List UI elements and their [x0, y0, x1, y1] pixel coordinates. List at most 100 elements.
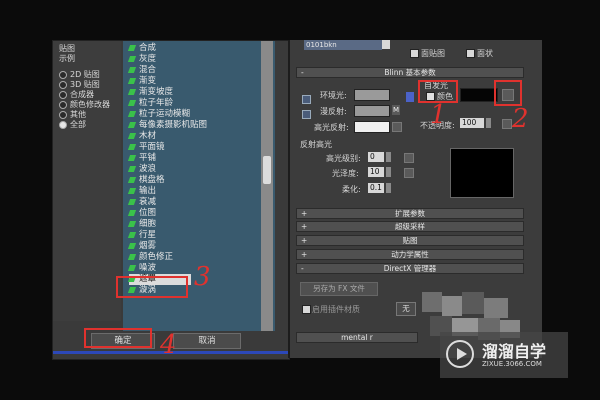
rollout-title: Blinn 基本参数: [384, 68, 436, 77]
blinn-basic-rollout[interactable]: - Blinn 基本参数: [296, 67, 524, 78]
material-picker-button[interactable]: [382, 40, 390, 49]
ambient-color-swatch[interactable]: [354, 89, 390, 101]
list-item[interactable]: 棋盘格: [127, 175, 165, 186]
diffuse-label: 漫反射:: [320, 107, 347, 116]
self-illum-color-swatch[interactable]: [460, 88, 498, 102]
radio-icon: [59, 90, 67, 99]
map-icon: [127, 220, 137, 227]
plugin-material-dropdown[interactable]: 无: [396, 302, 416, 316]
list-item[interactable]: 灰度: [127, 54, 156, 65]
list-item[interactable]: 烟雾: [127, 241, 156, 252]
map-icon: [127, 99, 137, 106]
extended-params-rollout[interactable]: + 扩展参数: [296, 208, 524, 219]
list-item[interactable]: 平面镜: [127, 142, 165, 153]
list-item[interactable]: 行星: [127, 230, 156, 241]
dynamics-rollout[interactable]: + 动力学属性: [296, 249, 524, 260]
annotation-number-1: 1: [430, 100, 447, 130]
soften-arrows[interactable]: [386, 183, 391, 193]
list-item[interactable]: 混合: [127, 65, 156, 76]
rollout-title: DirectX 管理器: [383, 264, 437, 273]
list-item[interactable]: 粒子运动模糊: [127, 109, 190, 120]
annotation-number-4: 4: [160, 330, 177, 360]
specular-level-label: 高光级别:: [326, 154, 361, 163]
list-item[interactable]: 渐变坡度: [127, 87, 173, 98]
material-name-field[interactable]: 0101bkn: [304, 40, 382, 50]
watermark-url: ZIXUE.3066.COM: [482, 360, 542, 368]
pixelated-blur: [422, 292, 442, 312]
map-category-panel: 贴图 示例 2D 贴图 3D 贴图 合成器 颜色修改器 其他 全部: [53, 41, 121, 321]
map-icon: [127, 44, 137, 51]
annotation-number-2: 2: [512, 104, 529, 134]
list-item[interactable]: 合成: [127, 43, 156, 54]
specular-level-arrows[interactable]: [386, 152, 391, 162]
material-map-browser: 贴图 示例 2D 贴图 3D 贴图 合成器 颜色修改器 其他 全部 合成 灰度 …: [52, 40, 290, 360]
cancel-button[interactable]: 取消: [173, 333, 241, 349]
rollout-title: 扩展参数: [395, 209, 425, 218]
diffuse-map-button[interactable]: M: [392, 105, 400, 115]
specular-level-map-button[interactable]: [404, 153, 414, 163]
ambient-label: 环境光:: [320, 91, 347, 100]
list-item[interactable]: 输出: [127, 186, 156, 197]
map-icon: [127, 165, 137, 172]
faceted-checkbox[interactable]: [466, 49, 475, 58]
face-map-checkbox[interactable]: [410, 49, 419, 58]
opacity-spinner-arrows[interactable]: [486, 118, 491, 128]
map-icon: [127, 77, 137, 84]
lock-icon[interactable]: [302, 95, 311, 104]
specular-color-swatch[interactable]: [354, 121, 390, 133]
annotation-number-3: 3: [194, 262, 211, 292]
soften-spinner[interactable]: 0.1: [368, 183, 384, 193]
specular-highlights-label: 反射高光: [300, 140, 332, 149]
map-icon: [127, 253, 137, 260]
enable-plugin-material-label: 启用插件材质: [312, 305, 360, 314]
directx-manager-rollout[interactable]: - DirectX 管理器: [296, 263, 524, 274]
diffuse-color-swatch[interactable]: [354, 105, 390, 117]
highlight-curve-preview: [450, 148, 514, 198]
scroll-thumb[interactable]: [263, 156, 271, 184]
radio-icon: [59, 70, 67, 79]
glossiness-map-button[interactable]: [404, 168, 414, 178]
lock-toggle-icon[interactable]: [406, 92, 414, 102]
radio-icon: [59, 100, 67, 109]
map-icon: [127, 242, 137, 249]
soften-label: 柔化:: [342, 185, 361, 194]
maps-rollout[interactable]: + 贴图: [296, 235, 524, 246]
specular-level-spinner[interactable]: 0: [368, 152, 384, 162]
list-item[interactable]: 波浪: [127, 164, 156, 175]
map-icon: [127, 110, 137, 117]
map-icon: [127, 176, 137, 183]
opacity-spinner[interactable]: 100: [460, 118, 484, 128]
list-item[interactable]: 颜色修正: [127, 252, 173, 263]
glossiness-arrows[interactable]: [386, 167, 391, 177]
list-item[interactable]: 粒子年龄: [127, 98, 173, 109]
list-item[interactable]: 每像素摄影机贴图: [127, 120, 207, 131]
radio-icon: [59, 80, 67, 89]
list-item[interactable]: 细胞: [127, 219, 156, 230]
pixelated-blur: [484, 298, 508, 318]
tree-item-sample[interactable]: 示例: [59, 53, 75, 64]
list-scrollbar[interactable]: [261, 41, 273, 331]
watermark: 溜溜自学 ZIXUE.3066.COM: [440, 332, 568, 378]
save-as-fx-button[interactable]: 另存为 FX 文件: [300, 282, 378, 296]
opacity-map-button[interactable]: [502, 119, 512, 129]
list-item[interactable]: 噪波: [127, 263, 156, 274]
map-icon: [127, 88, 137, 95]
lock-icon[interactable]: [302, 110, 311, 119]
list-item[interactable]: 位图: [127, 208, 156, 219]
mental-ray-rollout[interactable]: mental r: [296, 332, 418, 343]
rollout-title: mental r: [341, 333, 373, 342]
enable-plugin-material-checkbox[interactable]: [302, 305, 311, 314]
radio-all[interactable]: 全部: [59, 119, 86, 130]
map-icon: [127, 198, 137, 205]
list-item[interactable]: 衰减: [127, 197, 156, 208]
list-item[interactable]: 渐变: [127, 76, 156, 87]
glossiness-spinner[interactable]: 10: [368, 167, 384, 177]
map-icon: [127, 209, 137, 216]
supersampling-rollout[interactable]: + 超级采样: [296, 221, 524, 232]
glossiness-label: 光泽度:: [332, 169, 359, 178]
list-item[interactable]: 木材: [127, 131, 156, 142]
specular-map-button[interactable]: [392, 122, 402, 132]
radio-icon: [59, 110, 67, 119]
list-item[interactable]: 平铺: [127, 153, 156, 164]
map-icon: [127, 187, 137, 194]
